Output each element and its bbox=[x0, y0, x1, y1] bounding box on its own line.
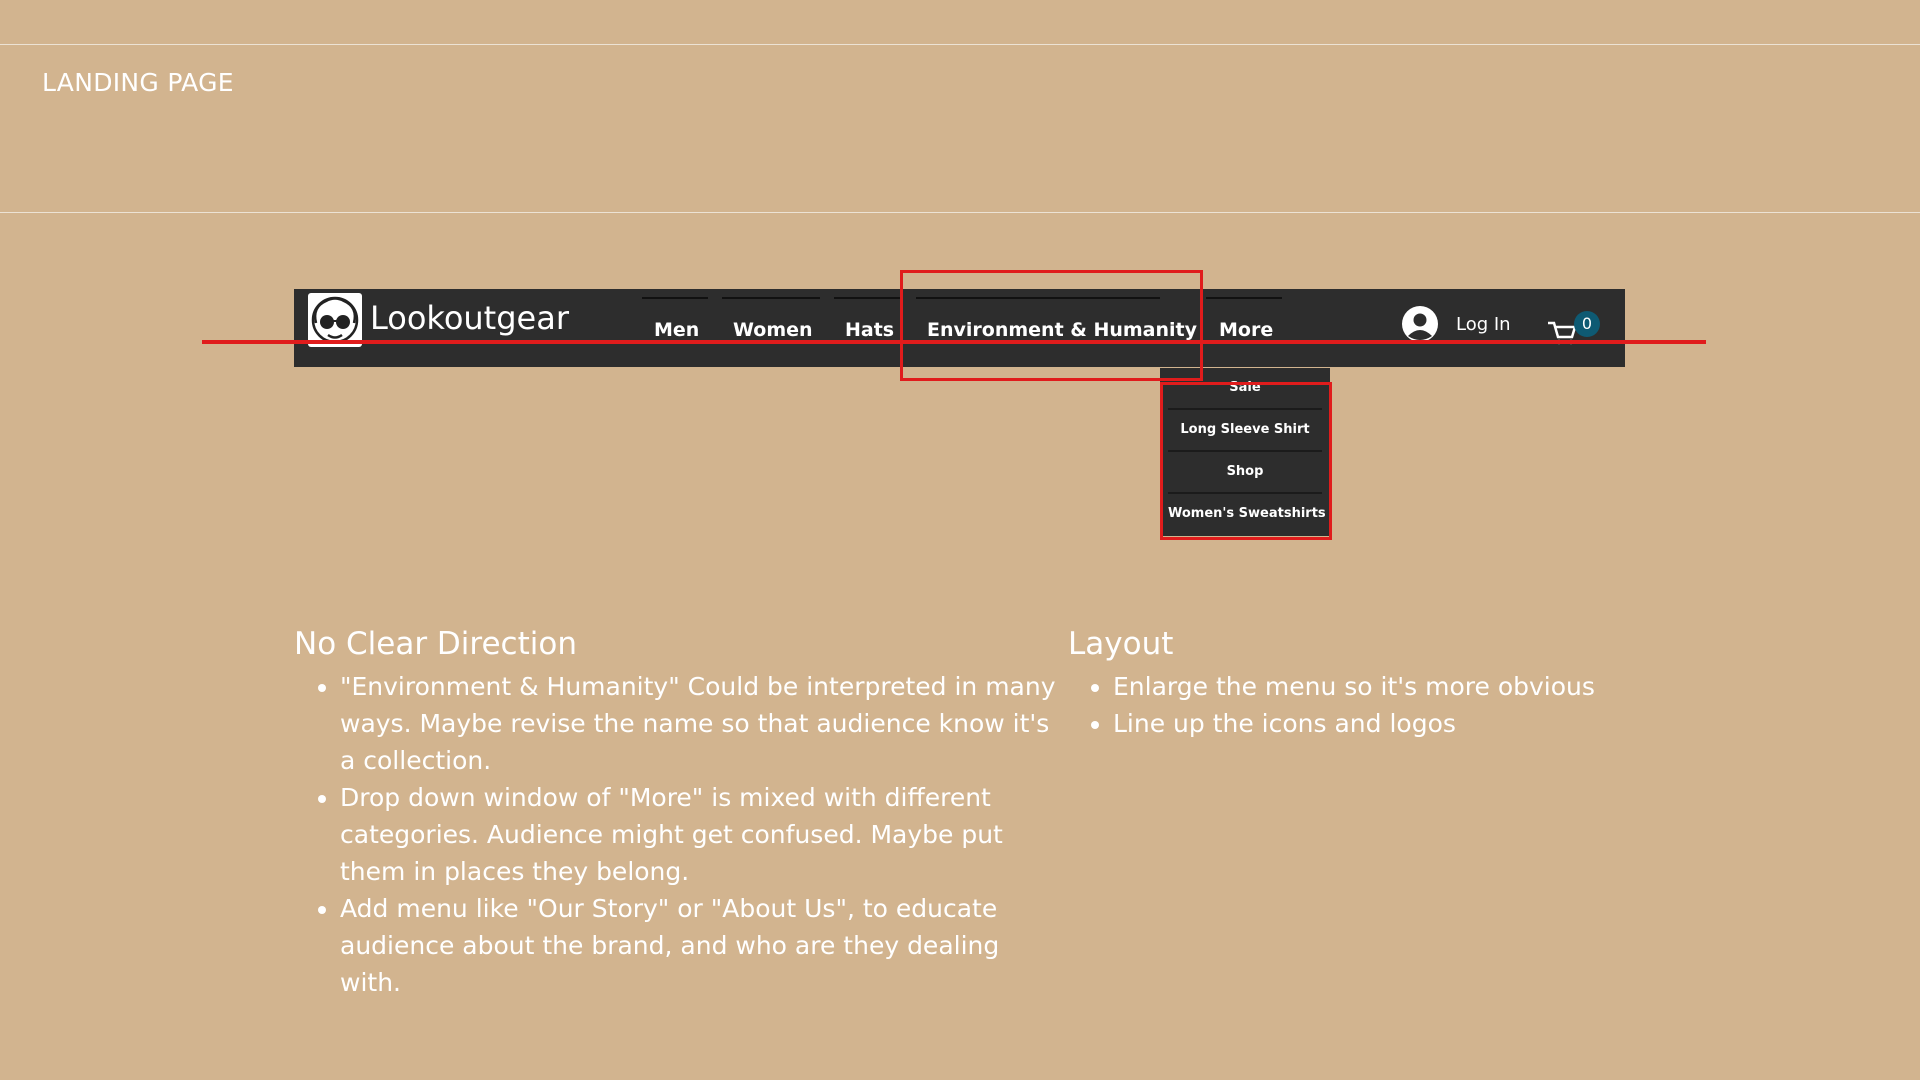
nav-indicator-hats bbox=[834, 297, 902, 299]
right-note-item: Line up the icons and logos bbox=[1113, 705, 1713, 742]
nav-women[interactable]: Women bbox=[733, 319, 813, 341]
left-note-item: Drop down window of "More" is mixed with… bbox=[340, 779, 1060, 890]
header-divider bbox=[0, 212, 1920, 213]
left-notes-list: "Environment & Humanity" Could be interp… bbox=[296, 668, 1060, 1001]
right-notes-heading: Layout bbox=[1068, 626, 1174, 662]
cart-count-badge: 0 bbox=[1574, 311, 1600, 337]
nav-indicator-men bbox=[642, 297, 708, 299]
nav-indicator-women bbox=[722, 297, 820, 299]
left-notes-heading: No Clear Direction bbox=[294, 626, 577, 662]
user-icon[interactable] bbox=[1402, 306, 1438, 342]
logo-face-icon bbox=[311, 296, 359, 344]
nav-more[interactable]: More bbox=[1219, 319, 1273, 341]
highlight-box-dropdown bbox=[1160, 382, 1332, 540]
nav-hats[interactable]: Hats bbox=[845, 319, 894, 341]
slide-title: LANDING PAGE bbox=[42, 68, 234, 97]
nav-indicator-more bbox=[1206, 297, 1282, 299]
login-link[interactable]: Log In bbox=[1456, 314, 1511, 335]
top-divider bbox=[0, 44, 1920, 45]
highlight-box-environment bbox=[900, 270, 1203, 381]
left-note-item: Add menu like "Our Story" or "About Us",… bbox=[340, 890, 1060, 1001]
right-notes-list: Enlarge the menu so it's more obvious Li… bbox=[1069, 668, 1713, 742]
brand-name[interactable]: Lookoutgear bbox=[370, 299, 569, 337]
brand-logo[interactable] bbox=[308, 293, 362, 347]
nav-men[interactable]: Men bbox=[654, 319, 699, 341]
left-note-item: "Environment & Humanity" Could be interp… bbox=[340, 668, 1060, 779]
right-note-item: Enlarge the menu so it's more obvious bbox=[1113, 668, 1713, 705]
